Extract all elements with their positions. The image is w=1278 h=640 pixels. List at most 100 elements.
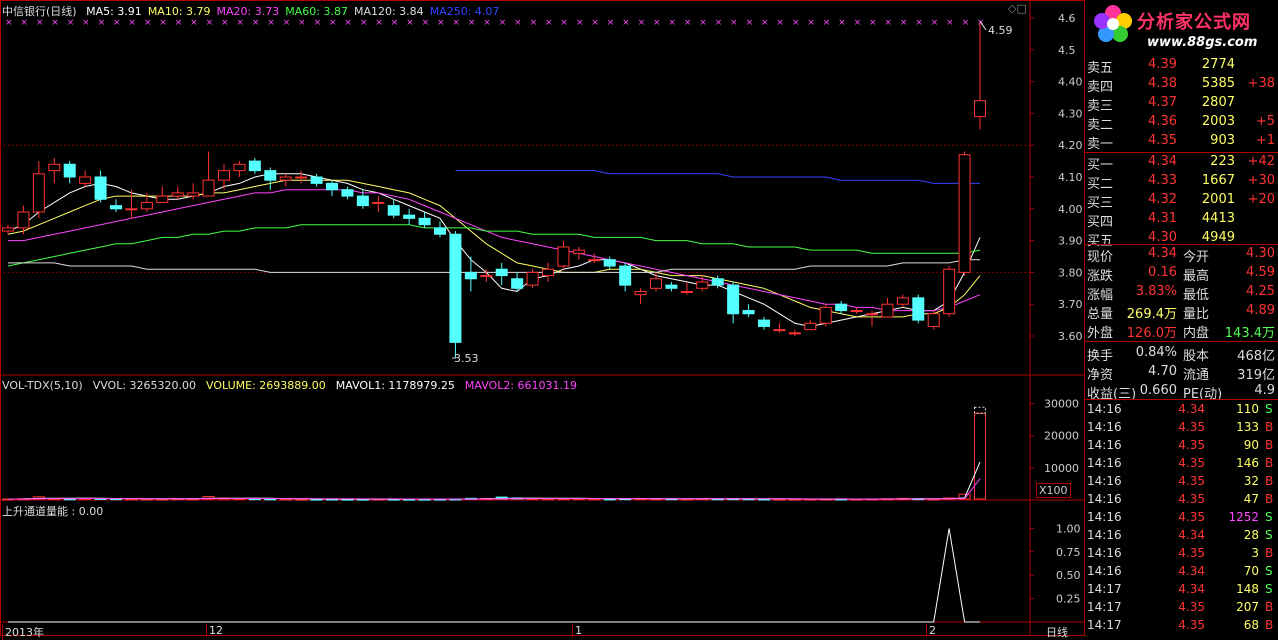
book-divider bbox=[1085, 152, 1278, 153]
ask-label: 卖二 bbox=[1087, 118, 1114, 133]
candle bbox=[418, 211, 431, 228]
quote-value: 4.25 bbox=[1246, 284, 1275, 299]
signal-marker: × bbox=[375, 18, 383, 28]
candle bbox=[403, 208, 416, 225]
signal-marker: × bbox=[715, 18, 723, 28]
signal-marker: × bbox=[838, 18, 846, 28]
signal-marker: × bbox=[514, 18, 522, 28]
tick-price: 4.35 bbox=[1178, 492, 1205, 506]
price-tick-label: 3.70 bbox=[1058, 298, 1083, 311]
quote-value: 319亿 bbox=[1237, 368, 1275, 383]
volume-legend-item: MAVOL2: 661031.19 bbox=[464, 379, 578, 392]
tick-volume: 207 bbox=[1236, 600, 1259, 614]
tick-row: 14:17 4.34 148 S bbox=[1085, 581, 1278, 599]
signal-marker: × bbox=[792, 18, 800, 28]
quote-value: 0.660 bbox=[1139, 383, 1177, 398]
signal-marker: × bbox=[776, 18, 784, 28]
tick-price: 4.35 bbox=[1178, 618, 1205, 632]
signal-marker: × bbox=[638, 18, 646, 28]
candle bbox=[326, 180, 338, 197]
tick-row: 14:17 4.35 68 B bbox=[1085, 617, 1278, 635]
price-tick-label: 4.20 bbox=[1058, 139, 1083, 152]
tick-side: B bbox=[1265, 438, 1274, 452]
candle bbox=[881, 297, 894, 318]
logo-flower-icon bbox=[1093, 4, 1133, 44]
stock-name: 中信银行(日线) bbox=[2, 5, 77, 18]
candle bbox=[974, 21, 986, 130]
signal-marker: × bbox=[746, 18, 754, 28]
quote-label: 换手 bbox=[1087, 349, 1114, 364]
ask-row: 卖三 4.37 2807 bbox=[1085, 94, 1278, 114]
quote-value: 126.0万 bbox=[1126, 326, 1177, 341]
tick-time: 14:17 bbox=[1087, 582, 1122, 596]
candle bbox=[449, 231, 462, 359]
candle bbox=[32, 161, 45, 219]
candle bbox=[912, 294, 925, 324]
tick-volume: 148 bbox=[1236, 582, 1259, 596]
candle bbox=[202, 151, 215, 197]
candle bbox=[480, 269, 493, 282]
signal-marker: × bbox=[20, 18, 28, 28]
volume-bar bbox=[279, 498, 292, 501]
tick-row: 14:17 4.35 207 B bbox=[1085, 599, 1278, 617]
signal-marker: × bbox=[854, 18, 862, 28]
mavol2-line bbox=[8, 478, 981, 500]
chart-window-controls[interactable]: ◇□ bbox=[1008, 2, 1027, 15]
ma-legend-items: MA5: 3.91 MA10: 3.79 MA20: 3.73 MA60: 3.87 M… bbox=[80, 5, 499, 18]
bid-price: 4.30 bbox=[1148, 230, 1177, 245]
date-label: 12 bbox=[206, 624, 223, 637]
candle bbox=[850, 307, 863, 314]
signal-marker: × bbox=[159, 18, 167, 28]
bid-volume: 4413 bbox=[1201, 211, 1235, 226]
date-label: 1 bbox=[572, 624, 582, 637]
candle bbox=[372, 196, 385, 212]
tick-time: 14:16 bbox=[1087, 492, 1122, 506]
candle bbox=[63, 161, 76, 184]
book-divider bbox=[1085, 244, 1278, 245]
quote-value: 269.4万 bbox=[1126, 307, 1177, 322]
signal-markers: × × × × × × × × × × × × × × × × × × × × × × × × × × × × × × × × × × × × × × × ×… bbox=[5, 18, 985, 28]
candle bbox=[295, 170, 308, 184]
signal-marker: × bbox=[422, 18, 430, 28]
bid-row: 买一 4.34 223 +42 bbox=[1085, 153, 1278, 173]
bid-volume: 2001 bbox=[1201, 192, 1235, 207]
candle bbox=[788, 329, 801, 336]
quote-label: 量比 bbox=[1183, 307, 1210, 322]
signal-marker: × bbox=[113, 18, 121, 28]
quote-label: 最低 bbox=[1183, 288, 1210, 303]
candle bbox=[279, 173, 292, 187]
bid-change: +30 bbox=[1247, 173, 1275, 188]
quote-row: 总量 269.4万 量比 4.89 bbox=[1085, 302, 1278, 322]
quote-value: 4.70 bbox=[1148, 364, 1177, 379]
signal-marker: × bbox=[406, 18, 414, 28]
volume-legend-item: VOL-TDX(5,10) bbox=[2, 379, 83, 392]
bid-label: 买二 bbox=[1087, 177, 1114, 192]
signal-marker: × bbox=[51, 18, 59, 28]
ask-change: +38 bbox=[1247, 76, 1275, 91]
quote-value: 0.16 bbox=[1148, 265, 1177, 280]
tick-time: 14:16 bbox=[1087, 402, 1122, 416]
signal-marker: × bbox=[668, 18, 676, 28]
candle bbox=[758, 316, 770, 330]
chart-canvas[interactable]: 4.6 4.5 4.40 4.30 4.20 4.10 4.00 3.90 3.80 3.70 3.… bbox=[0, 0, 1085, 636]
bid-price: 4.31 bbox=[1148, 211, 1177, 226]
tick-volume: 70 bbox=[1243, 564, 1259, 578]
tick-time: 14:16 bbox=[1087, 438, 1122, 452]
price-tick-label: 3.60 bbox=[1058, 330, 1083, 343]
candle bbox=[680, 281, 693, 295]
volume-tick-label: 20000 bbox=[1044, 430, 1079, 443]
volume-tick-label: 10000 bbox=[1044, 462, 1079, 475]
tick-volume: 3 bbox=[1251, 546, 1259, 560]
bid-price: 4.33 bbox=[1148, 173, 1177, 188]
quote-row: 净资 4.70 流通 319亿 bbox=[1085, 363, 1278, 383]
quote-row: 现价 4.34 今开 4.30 bbox=[1085, 245, 1278, 265]
candle bbox=[650, 272, 662, 292]
ask-label: 卖四 bbox=[1087, 80, 1114, 95]
quote-label: 内盘 bbox=[1183, 326, 1210, 341]
signal-marker: × bbox=[622, 18, 630, 28]
signal-marker: × bbox=[190, 18, 198, 28]
candlesticks bbox=[2, 21, 986, 359]
quote-label: 股本 bbox=[1183, 349, 1210, 364]
signal-marker: × bbox=[360, 18, 368, 28]
tick-row: 14:16 4.35 47 B bbox=[1085, 491, 1278, 509]
